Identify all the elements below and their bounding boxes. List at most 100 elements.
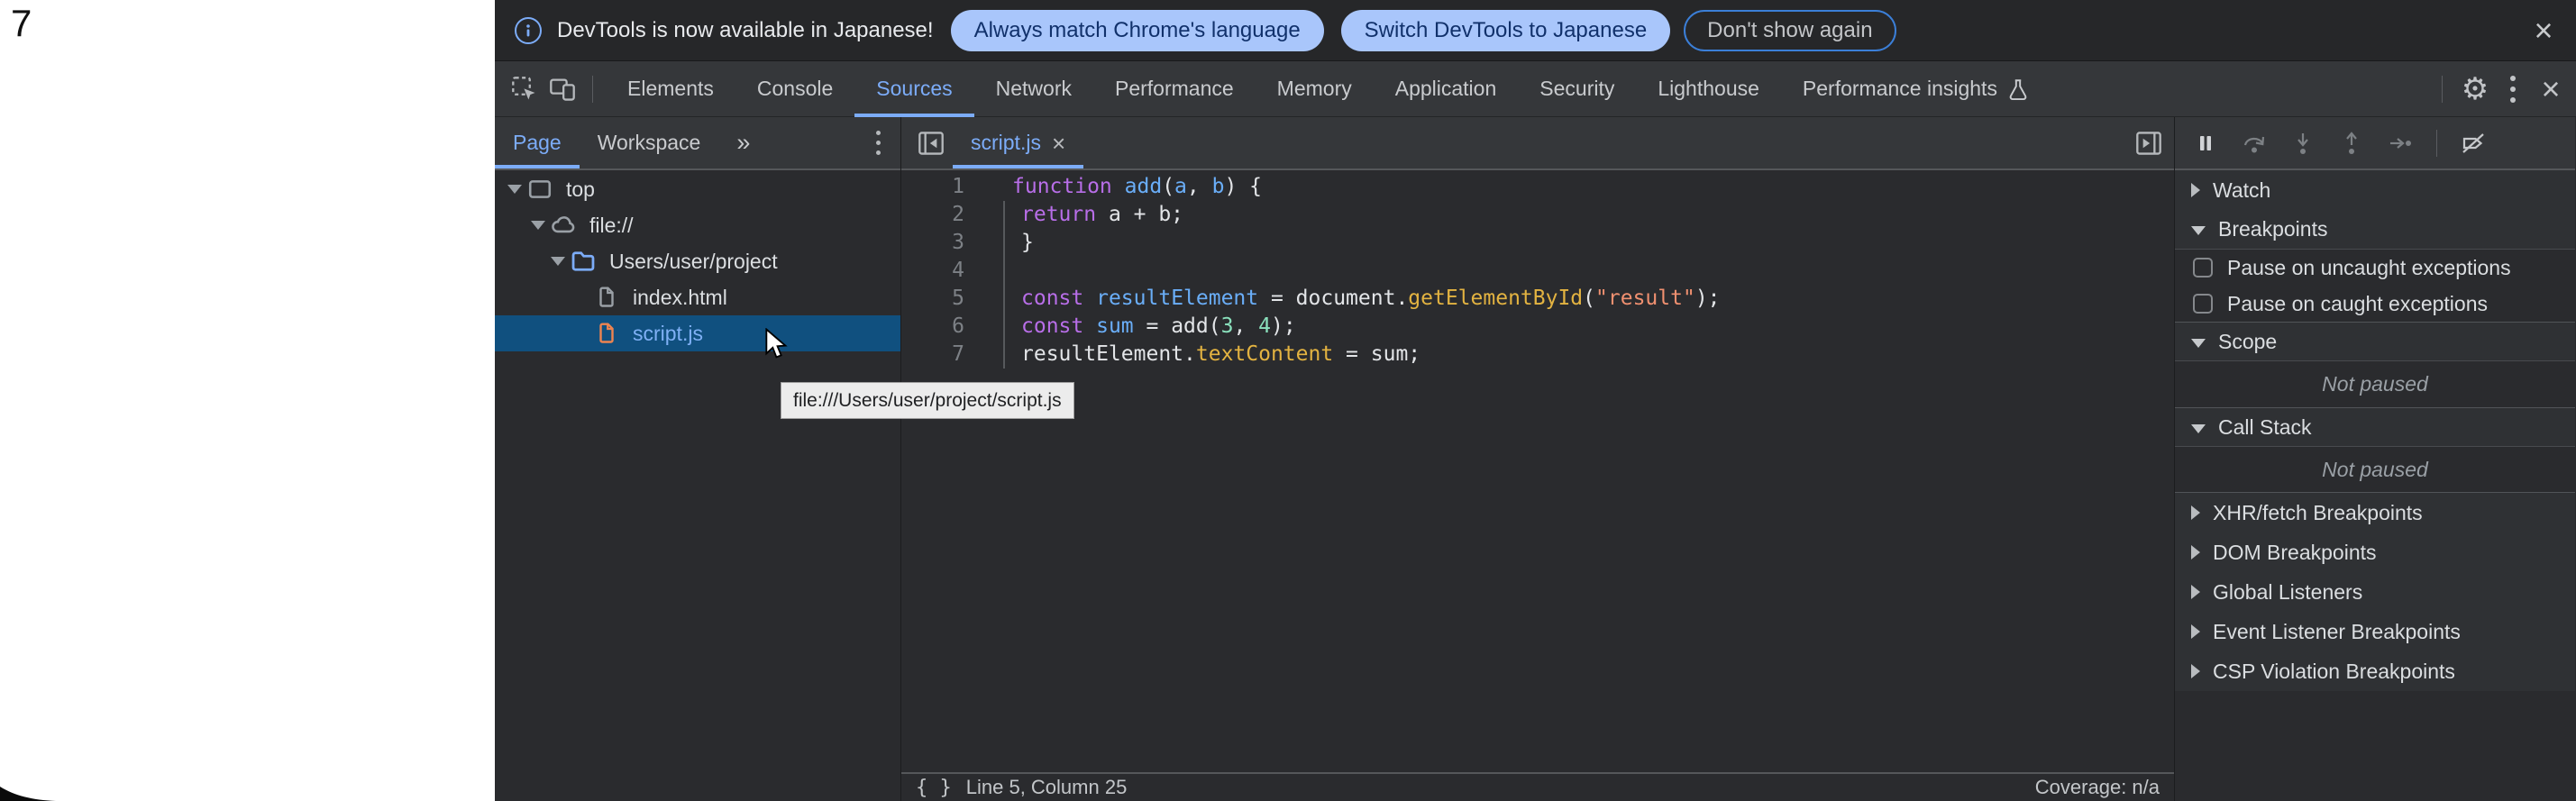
toolbar-divider xyxy=(2442,76,2443,103)
navigator-kebab-menu-icon[interactable] xyxy=(876,131,881,155)
chevron-down-icon[interactable] xyxy=(529,221,547,230)
pause-icon[interactable] xyxy=(2193,131,2218,156)
pause-caught-checkbox[interactable] xyxy=(2193,294,2213,314)
editor-tab-script-js[interactable]: script.js × xyxy=(953,117,1083,168)
chevron-down-icon[interactable] xyxy=(506,185,524,194)
tree-item-project-folder[interactable]: Users/user/project xyxy=(495,243,900,279)
code-line: 7 resultElement.textContent = sum; xyxy=(901,341,2174,369)
section-call-stack[interactable]: Call Stack xyxy=(2175,407,2575,447)
chevron-right-icon xyxy=(2191,624,2200,639)
more-tabs-icon[interactable]: » xyxy=(736,129,750,157)
panes: Page Workspace » top xyxy=(495,117,2576,801)
chevron-right-icon xyxy=(2191,664,2200,678)
toolbar-divider xyxy=(2436,130,2437,157)
tab-lighthouse[interactable]: Lighthouse xyxy=(1636,61,1781,117)
toolbar-right: ⚙ × xyxy=(2429,69,2571,109)
code-token: function xyxy=(1012,175,1112,198)
section-scope[interactable]: Scope xyxy=(2175,322,2575,361)
tab-close-icon[interactable]: × xyxy=(1052,132,1065,155)
scope-empty-state: Not paused xyxy=(2175,361,2575,407)
section-global-listeners[interactable]: Global Listeners xyxy=(2175,572,2575,612)
tab-sources[interactable]: Sources xyxy=(854,61,973,117)
chevron-down-icon xyxy=(2191,226,2206,235)
tab-application[interactable]: Application xyxy=(1374,61,1519,117)
cursor-position: Line 5, Column 25 xyxy=(966,776,1128,799)
deactivate-breakpoints-icon[interactable] xyxy=(2461,131,2486,156)
code-line: 6 const sum = add(3, 4); xyxy=(901,313,2174,341)
toolbar-divider xyxy=(592,76,593,103)
device-toolbar-icon[interactable] xyxy=(545,72,580,106)
section-dom-breakpoints[interactable]: DOM Breakpoints xyxy=(2175,532,2575,572)
tab-security[interactable]: Security xyxy=(1518,61,1636,117)
tab-console[interactable]: Console xyxy=(735,61,854,117)
folder-icon xyxy=(569,248,598,275)
tab-performance-insights[interactable]: Performance insights xyxy=(1781,61,2051,117)
file-icon xyxy=(592,285,621,310)
settings-gear-icon[interactable]: ⚙ xyxy=(2455,69,2495,109)
file-icon-script xyxy=(592,321,621,346)
call-stack-empty-state: Not paused xyxy=(2175,447,2575,493)
editor-pane: script.js × 1 function add(a, b) { 2 xyxy=(901,117,2175,801)
mouse-cursor xyxy=(764,328,790,362)
devtools-window: DevTools is now available in Japanese! A… xyxy=(495,0,2576,801)
infobar-close-icon[interactable]: × xyxy=(2524,11,2563,50)
section-event-listener-breakpoints[interactable]: Event Listener Breakpoints xyxy=(2175,612,2575,651)
chevron-down-icon xyxy=(2191,424,2206,433)
code-line: 3 } xyxy=(901,229,2174,257)
devtools-close-icon[interactable]: × xyxy=(2531,69,2571,109)
tab-performance[interactable]: Performance xyxy=(1093,61,1256,117)
section-csp-violation-breakpoints[interactable]: CSP Violation Breakpoints xyxy=(2175,651,2575,691)
kebab-menu-icon[interactable] xyxy=(2495,69,2531,109)
navigator-tab-page[interactable]: Page xyxy=(495,117,580,168)
chevron-down-icon xyxy=(2191,339,2206,348)
tab-memory[interactable]: Memory xyxy=(1256,61,1374,117)
tab-network[interactable]: Network xyxy=(974,61,1093,117)
pause-caught-row: Pause on caught exceptions xyxy=(2175,286,2575,322)
breakpoints-body: Pause on uncaught exceptions Pause on ca… xyxy=(2175,250,2575,322)
step-out-icon[interactable] xyxy=(2339,131,2364,156)
infobar: DevTools is now available in Japanese! A… xyxy=(495,0,2576,61)
code-line: 5 const resultElement = document.getElem… xyxy=(901,285,2174,313)
collapse-navigator-icon[interactable] xyxy=(918,130,945,157)
window-icon xyxy=(525,177,554,202)
tree-item-top[interactable]: top xyxy=(495,171,900,207)
switch-to-japanese-button[interactable]: Switch DevTools to Japanese xyxy=(1341,10,1671,51)
step-over-icon[interactable] xyxy=(2242,131,2267,156)
flask-icon xyxy=(2006,77,2030,101)
pause-uncaught-row: Pause on uncaught exceptions xyxy=(2175,250,2575,286)
dont-show-again-button[interactable]: Don't show again xyxy=(1684,10,1895,51)
chevron-down-icon[interactable] xyxy=(549,257,567,266)
navigator-tab-workspace[interactable]: Workspace xyxy=(580,117,719,168)
indent-guide xyxy=(1003,201,1005,369)
pause-uncaught-checkbox[interactable] xyxy=(2193,258,2213,278)
inspect-element-icon[interactable] xyxy=(507,72,542,106)
expand-sidebar-icon[interactable] xyxy=(2135,130,2162,157)
tab-elements[interactable]: Elements xyxy=(606,61,735,117)
code-line: 1 function add(a, b) { xyxy=(901,173,2174,201)
file-tree: top file:// Users/user/p xyxy=(495,170,900,801)
main-toolbar: Elements Console Sources Network Perform… xyxy=(495,61,2576,117)
chevron-right-icon xyxy=(2191,183,2200,197)
always-match-language-button[interactable]: Always match Chrome's language xyxy=(951,10,1324,51)
tree-item-script-js[interactable]: script.js xyxy=(495,315,900,351)
infobar-message: DevTools is now available in Japanese! xyxy=(557,18,934,43)
file-path-tooltip: file:///Users/user/project/script.js xyxy=(781,382,1074,419)
tree-item-index-html[interactable]: index.html xyxy=(495,279,900,315)
section-xhr-breakpoints[interactable]: XHR/fetch Breakpoints xyxy=(2175,493,2575,532)
section-watch[interactable]: Watch xyxy=(2175,170,2575,210)
code-editor[interactable]: 1 function add(a, b) { 2 return a + b; 3… xyxy=(901,170,2174,772)
tree-item-file-protocol[interactable]: file:// xyxy=(495,207,900,243)
page-number: 7 xyxy=(11,2,32,45)
coverage-status: Coverage: n/a xyxy=(2035,776,2160,799)
step-into-icon[interactable] xyxy=(2290,131,2316,156)
step-icon[interactable] xyxy=(2388,131,2413,156)
editor-status-bar: { } Line 5, Column 25 Coverage: n/a xyxy=(901,772,2174,801)
debugger-sidebar: Watch Breakpoints Pause on uncaught exce… xyxy=(2175,117,2575,801)
chevron-right-icon xyxy=(2191,545,2200,560)
editor-tabstrip: script.js × xyxy=(901,117,2174,170)
navigator-pane: Page Workspace » top xyxy=(495,117,901,801)
section-breakpoints[interactable]: Breakpoints xyxy=(2175,210,2575,250)
code-line: 2 return a + b; xyxy=(901,201,2174,229)
cloud-icon xyxy=(549,212,578,239)
pretty-print-icon[interactable]: { } xyxy=(916,777,952,799)
